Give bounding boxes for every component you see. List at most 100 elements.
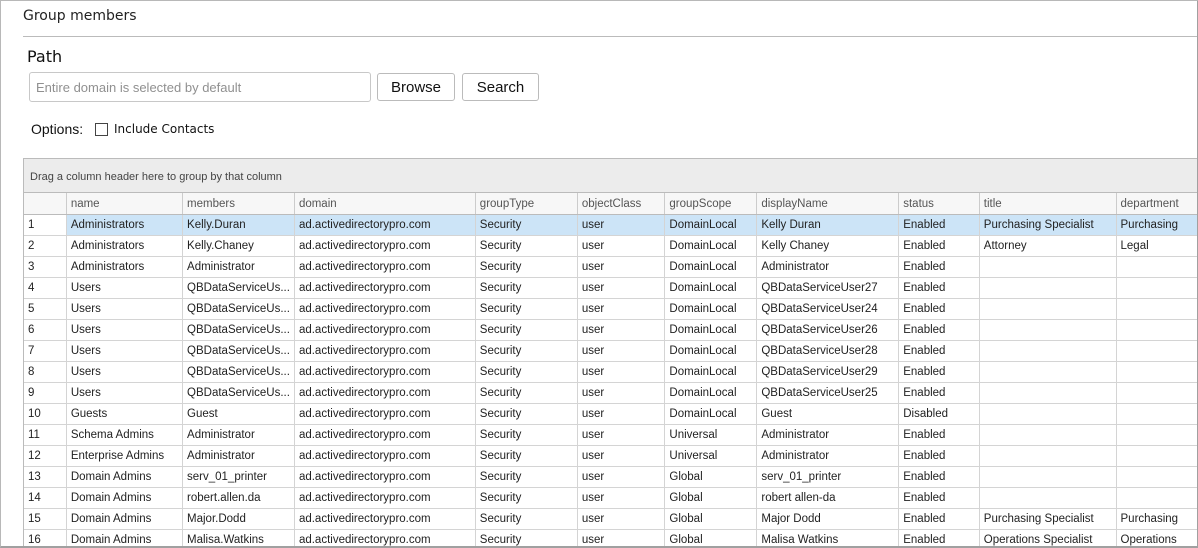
cell-domain: ad.activedirectorypro.com [294,425,475,446]
table-row[interactable]: 4UsersQBDataServiceUs...ad.activedirecto… [24,278,1198,299]
cell-displayName: QBDataServiceUser27 [757,278,899,299]
cell-name: Domain Admins [66,509,182,530]
cell-status: Enabled [899,362,980,383]
cell-objectClass: user [577,341,665,362]
cell-row-number: 16 [24,530,66,548]
cell-members: QBDataServiceUs... [183,299,295,320]
cell-members: Kelly.Duran [183,215,295,236]
cell-department [1116,446,1198,467]
table-row[interactable]: 12Enterprise AdminsAdministratorad.activ… [24,446,1198,467]
cell-name: Guests [66,404,182,425]
column-header-department[interactable]: department [1116,193,1198,215]
cell-title [979,278,1116,299]
cell-department: Purchasing [1116,509,1198,530]
cell-row-number: 13 [24,467,66,488]
cell-groupScope: DomainLocal [665,278,757,299]
cell-title [979,362,1116,383]
column-header-title[interactable]: title [979,193,1116,215]
column-header-domain[interactable]: domain [294,193,475,215]
include-contacts-checkbox[interactable] [95,123,108,136]
table-row[interactable]: 10GuestsGuestad.activedirectorypro.comSe… [24,404,1198,425]
cell-title: Operations Specialist [979,530,1116,548]
table-row[interactable]: 3AdministratorsAdministratorad.activedir… [24,257,1198,278]
column-header-groupScope[interactable]: groupScope [665,193,757,215]
group-by-panel[interactable]: Drag a column header here to group by th… [24,159,1198,193]
cell-row-number: 11 [24,425,66,446]
cell-row-number: 9 [24,383,66,404]
cell-groupType: Security [475,320,577,341]
cell-displayName: QBDataServiceUser28 [757,341,899,362]
browse-button[interactable]: Browse [377,73,455,101]
header-row: namemembersdomaingroupTypeobjectClassgro… [24,193,1198,215]
table-row[interactable]: 16Domain AdminsMalisa.Watkinsad.activedi… [24,530,1198,548]
cell-department [1116,467,1198,488]
cell-groupScope: Global [665,488,757,509]
table-row[interactable]: 7UsersQBDataServiceUs...ad.activedirecto… [24,341,1198,362]
cell-groupScope: DomainLocal [665,320,757,341]
table-row[interactable]: 5UsersQBDataServiceUs...ad.activedirecto… [24,299,1198,320]
table-row[interactable]: 15Domain AdminsMajor.Doddad.activedirect… [24,509,1198,530]
table-row[interactable]: 9UsersQBDataServiceUs...ad.activedirecto… [24,383,1198,404]
cell-department [1116,362,1198,383]
cell-department [1116,383,1198,404]
column-header-displayName[interactable]: displayName [757,193,899,215]
table-row[interactable]: 2AdministratorsKelly.Chaneyad.activedire… [24,236,1198,257]
column-header-objectClass[interactable]: objectClass [577,193,665,215]
cell-title [979,488,1116,509]
cell-objectClass: user [577,215,665,236]
table-row[interactable]: 13Domain Adminsserv_01_printerad.actived… [24,467,1198,488]
cell-groupScope: Universal [665,446,757,467]
cell-objectClass: user [577,488,665,509]
cell-title [979,257,1116,278]
cell-objectClass: user [577,446,665,467]
cell-members: QBDataServiceUs... [183,278,295,299]
cell-displayName: robert allen-da [757,488,899,509]
column-header-row-number[interactable] [24,193,66,215]
cell-row-number: 2 [24,236,66,257]
table-row[interactable]: 1AdministratorsKelly.Duranad.activedirec… [24,215,1198,236]
cell-row-number: 5 [24,299,66,320]
cell-row-number: 6 [24,320,66,341]
cell-groupScope: DomainLocal [665,404,757,425]
cell-department [1116,299,1198,320]
cell-groupScope: DomainLocal [665,257,757,278]
cell-domain: ad.activedirectorypro.com [294,509,475,530]
include-contacts-label[interactable]: Include Contacts [114,122,214,136]
cell-name: Users [66,383,182,404]
cell-domain: ad.activedirectorypro.com [294,299,475,320]
cell-objectClass: user [577,299,665,320]
cell-domain: ad.activedirectorypro.com [294,362,475,383]
cell-title [979,446,1116,467]
table-row[interactable]: 6UsersQBDataServiceUs...ad.activedirecto… [24,320,1198,341]
cell-row-number: 8 [24,362,66,383]
cell-name: Enterprise Admins [66,446,182,467]
table-row[interactable]: 11Schema AdminsAdministratorad.activedir… [24,425,1198,446]
cell-status: Enabled [899,383,980,404]
path-input[interactable] [29,72,371,102]
cell-objectClass: user [577,530,665,548]
cell-displayName: Administrator [757,425,899,446]
table-row[interactable]: 14Domain Adminsrobert.allen.daad.actived… [24,488,1198,509]
cell-members: QBDataServiceUs... [183,320,295,341]
column-header-groupType[interactable]: groupType [475,193,577,215]
cell-members: Malisa.Watkins [183,530,295,548]
cell-groupType: Security [475,509,577,530]
table-row[interactable]: 8UsersQBDataServiceUs...ad.activedirecto… [24,362,1198,383]
search-button[interactable]: Search [462,73,539,101]
column-header-members[interactable]: members [183,193,295,215]
cell-domain: ad.activedirectorypro.com [294,320,475,341]
cell-name: Users [66,320,182,341]
cell-displayName: Administrator [757,257,899,278]
cell-displayName: Kelly Duran [757,215,899,236]
cell-groupScope: DomainLocal [665,383,757,404]
cell-department [1116,278,1198,299]
column-header-name[interactable]: name [66,193,182,215]
cell-groupScope: DomainLocal [665,236,757,257]
cell-members: Administrator [183,446,295,467]
column-header-status[interactable]: status [899,193,980,215]
cell-groupScope: DomainLocal [665,341,757,362]
cell-members: QBDataServiceUs... [183,341,295,362]
cell-row-number: 12 [24,446,66,467]
cell-objectClass: user [577,278,665,299]
cell-groupType: Security [475,299,577,320]
